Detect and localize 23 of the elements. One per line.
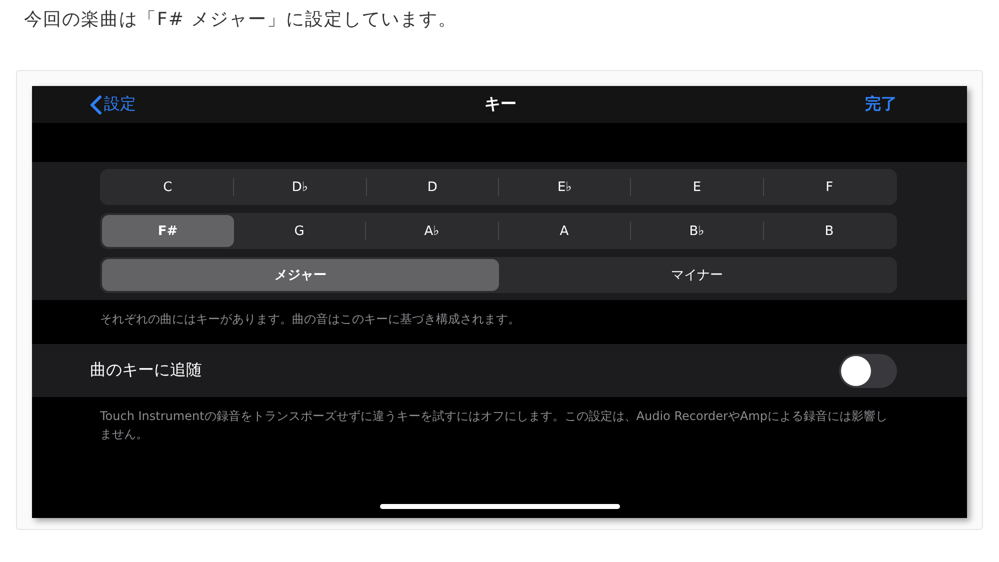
mode-segment[interactable]: メジャー — [102, 259, 498, 291]
done-button[interactable]: 完了 — [865, 94, 897, 115]
key-segment[interactable]: D♭ — [233, 178, 366, 196]
key-segment[interactable]: F# — [102, 215, 234, 247]
key-segment[interactable]: B♭ — [630, 222, 762, 240]
caption-text: 今回の楽曲は「F# メジャー」に設定しています。 — [24, 8, 458, 32]
follow-toggle[interactable] — [839, 354, 897, 388]
follow-note: Touch Instrumentの録音をトランスポーズせずに違うキーを試すにはオフにします。この設定は、Audio RecorderやAmpによる録音には影響しません。 — [99, 408, 888, 443]
key-segment[interactable]: F — [762, 178, 895, 196]
key-segment[interactable]: B — [762, 222, 895, 240]
mode-segment[interactable]: マイナー — [498, 259, 895, 291]
nav-title: キー — [484, 94, 516, 115]
key-segment[interactable]: C — [102, 171, 234, 203]
key-segment[interactable]: E♭ — [498, 178, 630, 196]
key-segment[interactable]: E — [630, 178, 763, 196]
row-label: 曲のキーに追随 — [90, 360, 202, 381]
key-segment[interactable]: A♭ — [365, 222, 498, 240]
key-segment[interactable]: G — [234, 215, 365, 247]
back-button[interactable]: 設定 — [90, 94, 136, 115]
key-note: それぞれの曲にはキーがあります。曲の音はこのキーに基づき構成されます。 — [99, 311, 521, 328]
chevron-left-icon — [90, 94, 102, 114]
key-segment[interactable]: D — [366, 178, 498, 196]
key-segment[interactable]: A — [498, 222, 630, 240]
